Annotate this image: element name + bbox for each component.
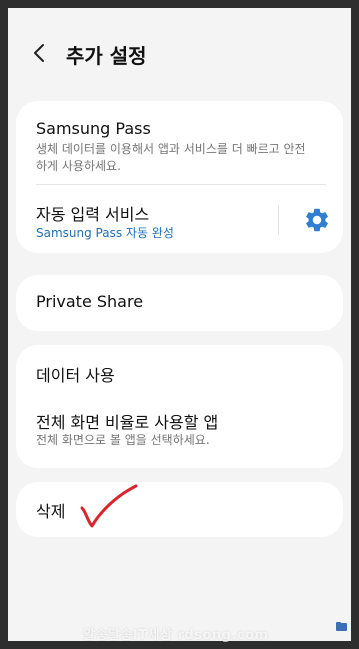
red-checkmark-annotation [80,484,138,528]
fullscreen-apps-subtitle: 전체 화면으로 볼 앱을 선택하세요. [36,433,210,447]
fullscreen-apps-title: 전체 화면 비율로 사용할 앱 [36,413,219,432]
page-title: 추가 설정 [66,44,147,68]
settings-card-pass: Samsung Pass 생체 데이터를 이용해서 앱과 서비스를 더 빠르고 … [16,101,343,253]
delete-item[interactable]: 삭제 [16,482,343,537]
settings-card-share: Private Share [16,275,343,331]
delete-title: 삭제 [36,502,66,521]
private-share-title: Private Share [36,292,144,311]
folder-icon [336,622,347,631]
watermark: 알송달송IT세상 rdsong.com [83,628,269,643]
settings-card-delete: 삭제 [16,482,343,537]
data-usage-item[interactable]: 데이터 사용 [16,345,343,397]
gear-icon[interactable] [303,206,331,234]
private-share-item[interactable]: Private Share [16,275,343,331]
header: 추가 설정 [8,8,351,98]
samsung-pass-title: Samsung Pass [36,119,151,138]
settings-screen: 추가 설정 Samsung Pass 생체 데이터를 이용해서 앱과 서비스를 … [8,8,351,643]
settings-card-display: 데이터 사용 전체 화면 비율로 사용할 앱 전체 화면으로 볼 앱을 선택하세… [16,345,343,468]
autofill-service-title: 자동 입력 서비스 [36,205,150,224]
samsung-pass-subtitle: 생체 데이터를 이용해서 앱과 서비스를 더 빠르고 안전하게 사용하세요. [36,142,306,173]
autofill-service-item[interactable]: 자동 입력 서비스 Samsung Pass 자동 완성 [16,185,343,253]
fullscreen-apps-item[interactable]: 전체 화면 비율로 사용할 앱 전체 화면으로 볼 앱을 선택하세요. [16,397,343,468]
data-usage-title: 데이터 사용 [36,366,115,385]
autofill-service-subtitle: Samsung Pass 자동 완성 [36,226,174,240]
vertical-divider [278,205,279,235]
samsung-pass-item[interactable]: Samsung Pass 생체 데이터를 이용해서 앱과 서비스를 더 빠르고 … [16,101,343,183]
chevron-left-icon[interactable] [30,43,50,63]
